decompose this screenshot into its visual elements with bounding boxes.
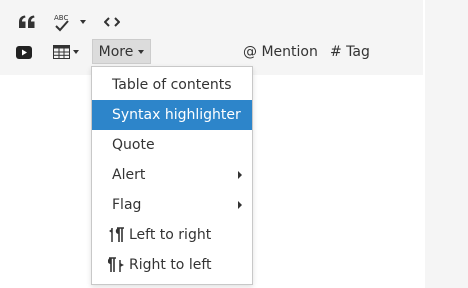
mention-button[interactable]: @ Mention xyxy=(243,43,318,61)
menu-item-table-of-contents[interactable]: Table of contents xyxy=(92,70,252,100)
menu-item-label: Quote xyxy=(112,137,155,153)
table-dropdown-button[interactable] xyxy=(71,47,81,57)
more-dropdown-menu: Table of contents Syntax highlighter Quo… xyxy=(91,66,253,285)
chevron-right-icon xyxy=(238,201,242,209)
more-button-label: More xyxy=(98,43,134,60)
menu-item-label: Syntax highlighter xyxy=(112,107,241,123)
menu-item-flag[interactable]: Flag xyxy=(92,190,252,220)
chevron-down-icon xyxy=(80,20,86,24)
menu-item-alert[interactable]: Alert xyxy=(92,160,252,190)
blockquote-button[interactable] xyxy=(17,12,37,32)
media-button[interactable] xyxy=(15,44,33,60)
spellcheck-button[interactable]: ABC xyxy=(52,12,72,34)
menu-item-label: Right to left xyxy=(129,257,212,273)
ltr-icon xyxy=(109,227,124,242)
code-icon xyxy=(104,17,120,27)
code-button[interactable] xyxy=(103,14,121,30)
chevron-down-icon xyxy=(73,50,79,54)
editor-toolbar: ABC More @ Mention # Tag xyxy=(0,0,423,75)
chevron-down-icon xyxy=(138,49,145,54)
spellcheck-icon: ABC xyxy=(54,14,69,32)
menu-item-right-to-left[interactable]: Right to left xyxy=(92,250,252,280)
menu-item-quote[interactable]: Quote xyxy=(92,130,252,160)
chevron-right-icon xyxy=(238,171,242,179)
more-button[interactable]: More xyxy=(92,39,151,64)
table-icon xyxy=(52,45,70,59)
menu-item-label: Left to right xyxy=(129,227,212,243)
table-button[interactable] xyxy=(51,44,71,60)
side-panel xyxy=(425,0,468,288)
tag-button[interactable]: # Tag xyxy=(330,43,370,61)
menu-item-label: Alert xyxy=(112,167,146,183)
menu-item-label: Table of contents xyxy=(112,77,232,93)
menu-item-left-to-right[interactable]: Left to right xyxy=(92,220,252,250)
spellcheck-dropdown-button[interactable] xyxy=(78,17,88,27)
menu-item-syntax-highlighter[interactable]: Syntax highlighter xyxy=(92,100,252,130)
rtl-icon xyxy=(108,257,124,272)
menu-item-label: Flag xyxy=(112,197,142,213)
quote-icon xyxy=(19,15,35,28)
spellcheck-badge: ABC xyxy=(54,14,68,22)
youtube-icon xyxy=(16,45,32,59)
